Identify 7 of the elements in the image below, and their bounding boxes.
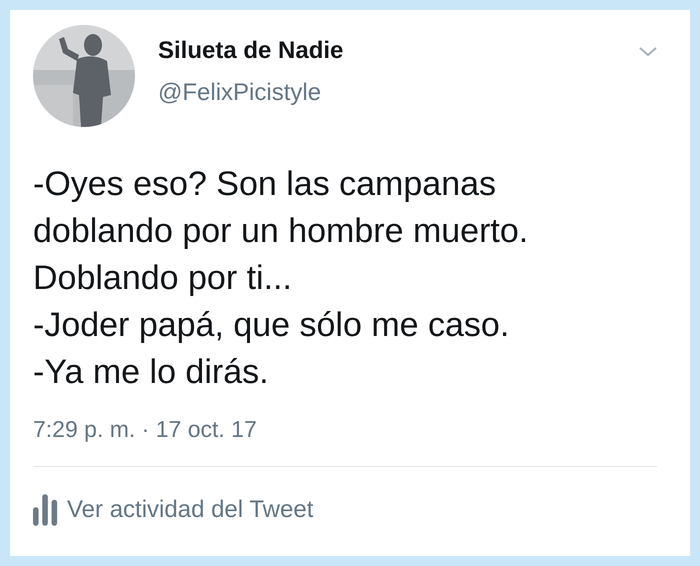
tweet-text: -Oyes eso? Son las campanas doblando por un hombre muerto. Doblando por ti... -Joder papá, que sólo me caso. -Ya me lo dirás. bbox=[33, 164, 530, 393]
author-name[interactable]: Silueta de Nadie bbox=[158, 37, 344, 65]
tweet-timestamp: 7:29 p. m. · 17 oct. 17 bbox=[33, 416, 257, 443]
author-handle[interactable]: @FelixPicistyle bbox=[158, 79, 344, 107]
bar-chart-icon bbox=[33, 494, 59, 526]
tweet-activity-link[interactable]: Ver actividad del Tweet bbox=[33, 494, 314, 526]
chevron-down-icon[interactable] bbox=[639, 47, 657, 57]
